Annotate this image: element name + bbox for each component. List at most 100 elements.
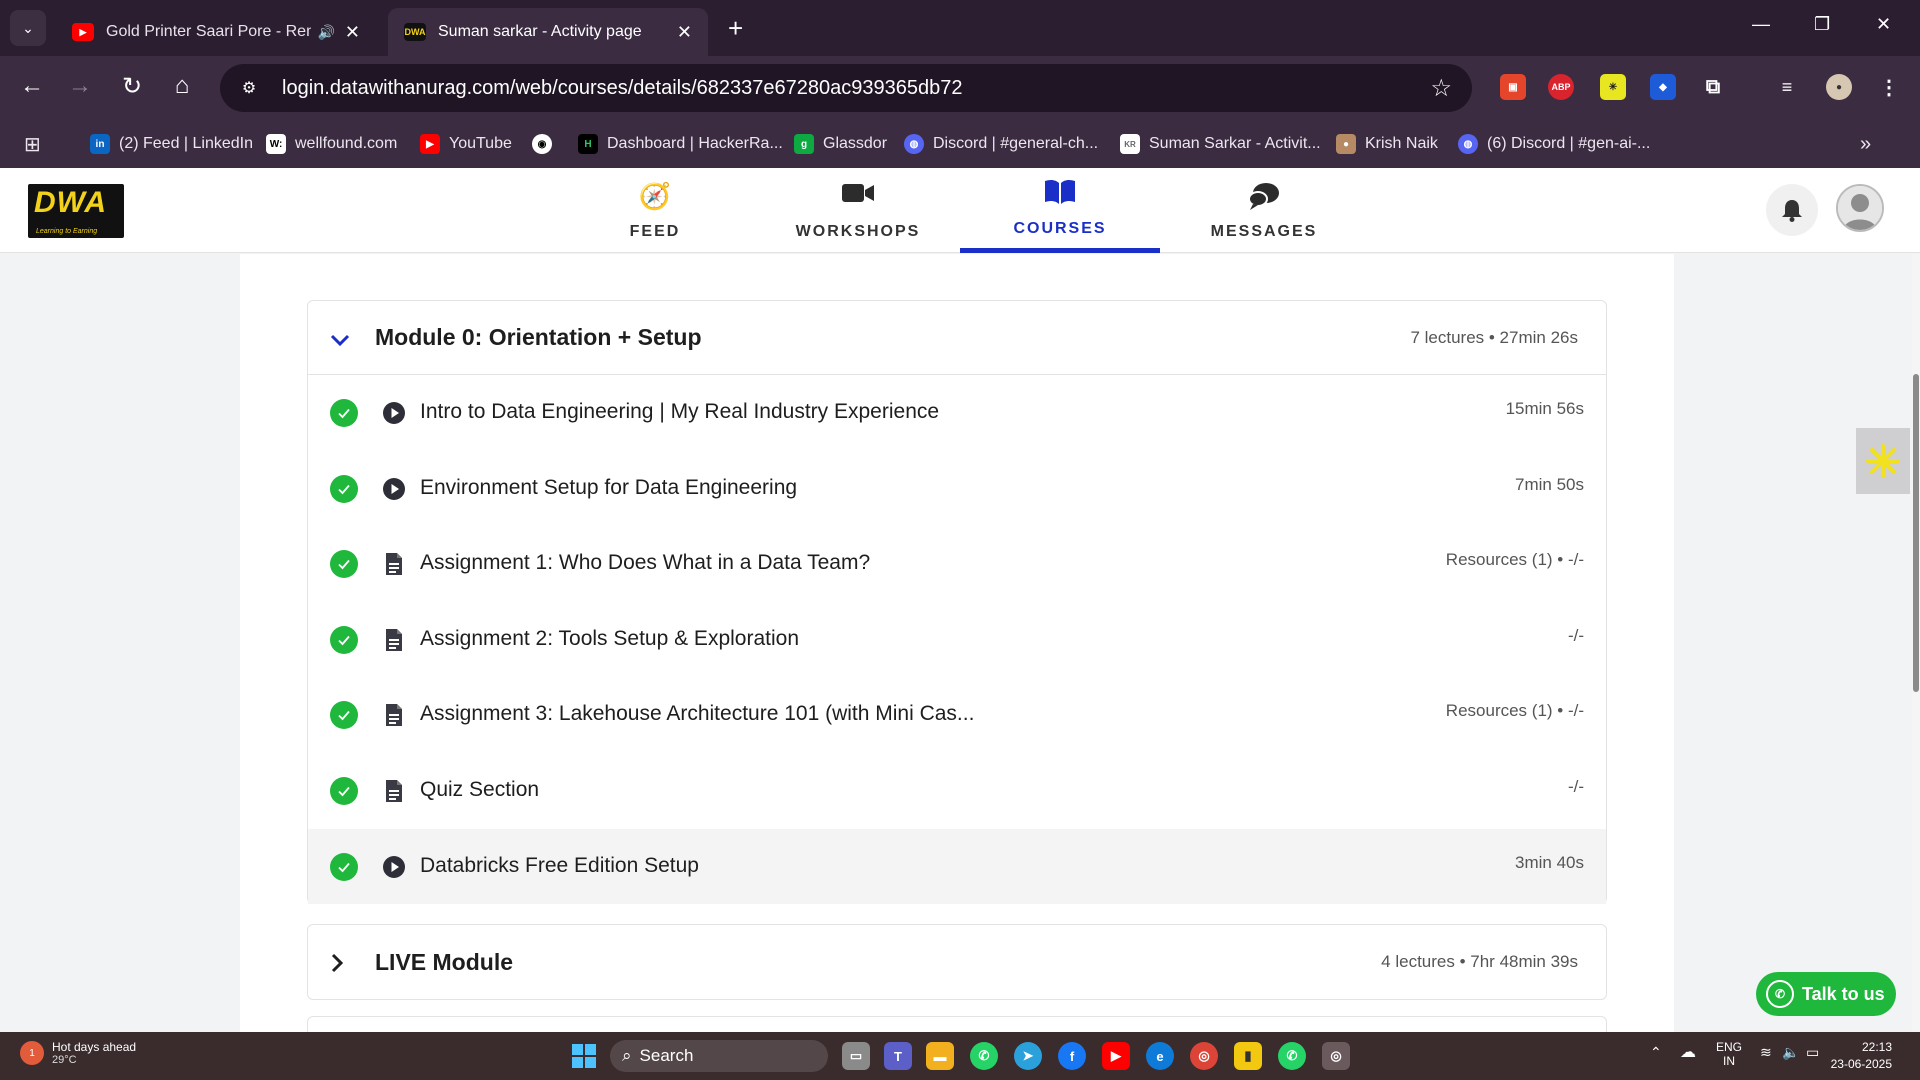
media-control-icon[interactable]: ≡ (1774, 74, 1800, 100)
nav-messages[interactable]: MESSAGES (1164, 168, 1364, 253)
bookmark-linkedin[interactable]: in (2) Feed | LinkedIn (90, 132, 253, 156)
speaker-icon[interactable]: 🔊 (317, 24, 334, 41)
profile-avatar-icon[interactable]: ● (1826, 74, 1852, 100)
weather-temp: 29°C (52, 1054, 77, 1066)
lecture-row[interactable]: Assignment 1: Who Does What in a Data Te… (308, 526, 1606, 602)
url-text[interactable]: login.datawithanurag.com/web/courses/det… (282, 77, 963, 100)
lecture-row[interactable]: Quiz Section -/- (308, 753, 1606, 829)
bookmark-discord-general[interactable]: ◍ Discord | #general-ch... (904, 132, 1098, 156)
extensions-puzzle-icon[interactable]: ⧉ (1700, 74, 1726, 100)
lecture-title: Quiz Section (420, 777, 540, 801)
browser-menu-icon[interactable]: ⋮ (1876, 74, 1902, 100)
extension-blue-icon[interactable]: ◆ (1650, 74, 1676, 100)
taskbar-search[interactable]: ⌕ Search (610, 1040, 828, 1072)
forward-icon[interactable]: → (64, 72, 96, 100)
tray-overflow-icon[interactable]: ⌃ (1650, 1044, 1662, 1061)
home-icon[interactable]: ⌂ (166, 72, 198, 100)
lecture-row[interactable]: Intro to Data Engineering | My Real Indu… (308, 375, 1606, 451)
lecture-meta: Resources (1) • -/- (1445, 550, 1584, 570)
lecture-meta: 15min 56s (1505, 399, 1584, 418)
document-icon (382, 552, 406, 576)
lecture-row[interactable]: Assignment 2: Tools Setup & Exploration -… (308, 602, 1606, 678)
talk-to-us-button[interactable]: ✆ Talk to us (1756, 972, 1896, 1016)
lecture-title: Assignment 1: Who Does What in a Data Te… (420, 551, 871, 575)
glassdoor-icon: g (794, 134, 814, 154)
module-header[interactable]: Module 0: Orientation + Setup 7 lectures… (308, 301, 1606, 375)
lang-bottom: IN (1723, 1054, 1735, 1068)
volume-icon[interactable]: 🔈 (1782, 1044, 1799, 1061)
user-avatar[interactable] (1836, 184, 1884, 232)
lecture-row[interactable]: Databricks Free Edition Setup 3min 40s (308, 828, 1606, 905)
lecture-row[interactable]: Environment Setup for Data Engineering 7m… (308, 451, 1606, 527)
scrollbar-thumb[interactable] (1913, 374, 1919, 692)
onedrive-icon[interactable]: ☁ (1680, 1042, 1696, 1062)
adblock-label: ABP (1551, 82, 1571, 92)
system-clock[interactable]: 22:13 23-06-2025 (1831, 1039, 1892, 1073)
bookmark-star-icon[interactable]: ☆ (1430, 74, 1452, 103)
bookmark-krish-naik[interactable]: ● Krish Naik (1336, 132, 1438, 156)
power-bi-icon[interactable]: ▮ (1234, 1042, 1262, 1070)
bookmark-glassdoor[interactable]: g Glassdor (794, 132, 887, 156)
extension-red-icon[interactable]: ▣ (1500, 74, 1526, 100)
wellfound-icon: W: (266, 134, 286, 154)
module-title: LIVE Module (375, 948, 513, 975)
telegram-icon[interactable]: ➤ (1014, 1042, 1042, 1070)
bookmark-youtube[interactable]: ▶ YouTube (420, 132, 512, 156)
youtube-icon: ▶ (420, 134, 440, 154)
facebook-icon[interactable]: f (1058, 1042, 1086, 1070)
bookmark-wellfound[interactable]: W: wellfound.com (266, 132, 397, 156)
close-tab-icon[interactable]: ✕ (345, 22, 360, 43)
edge-icon[interactable]: e (1146, 1042, 1174, 1070)
weather-widget[interactable]: 1 Hot days ahead 29°C (20, 1040, 136, 1066)
floating-widget-icon[interactable] (1856, 428, 1910, 494)
language-indicator[interactable]: ENG IN (1716, 1040, 1742, 1068)
tab-search-button[interactable]: ⌄ (10, 10, 46, 46)
nav-label: WORKSHOPS (795, 222, 921, 240)
task-view-icon[interactable]: ▭ (842, 1042, 870, 1070)
youtube-icon: ▶ (72, 23, 94, 41)
new-tab-button[interactable]: + (728, 14, 743, 42)
tab-activity-page[interactable]: DWA Suman sarkar - Activity page ✕ (388, 8, 708, 56)
more-bookmarks-chevron-icon[interactable]: » (1860, 132, 1871, 156)
chevron-right-icon[interactable] (330, 949, 344, 980)
extension-yellow-icon[interactable]: ✳ (1600, 74, 1626, 100)
tab-youtube[interactable]: ▶ Gold Printer Saari Pore - Remix 🔊 ✕ (56, 8, 376, 56)
bookmark-hackerrank[interactable]: H Dashboard | HackerRa... (578, 132, 783, 156)
chevron-down-icon[interactable] (330, 323, 350, 354)
restore-icon[interactable]: ❐ (1814, 14, 1830, 35)
wifi-icon[interactable]: ≋ (1760, 1044, 1772, 1061)
chrome-icon[interactable]: ◎ (1190, 1042, 1218, 1070)
nav-courses[interactable]: COURSES (960, 168, 1160, 253)
back-icon[interactable]: ← (16, 72, 48, 100)
bookmark-discord-genai[interactable]: ◍ (6) Discord | #gen-ai-... (1458, 132, 1650, 156)
notifications-bell-icon[interactable] (1766, 184, 1818, 236)
whatsapp-icon[interactable]: ✆ (970, 1042, 998, 1070)
site-settings-icon[interactable]: ⚙ (236, 75, 262, 101)
module-header[interactable]: LIVE Module 4 lectures • 7hr 48min 39s (308, 925, 1606, 999)
dwa-logo[interactable]: DWA Learning to Earning (28, 184, 124, 238)
bookmark-label: Discord | #general-ch... (933, 135, 1099, 152)
close-window-icon[interactable]: ✕ (1876, 14, 1891, 35)
close-tab-icon[interactable]: ✕ (677, 22, 692, 43)
file-explorer-icon[interactable]: ▬ (926, 1042, 954, 1070)
chrome-profile-icon[interactable]: ◎ (1322, 1042, 1350, 1070)
teams-icon[interactable]: T (884, 1042, 912, 1070)
reload-icon[interactable]: ↻ (116, 72, 148, 101)
play-circle-icon (382, 855, 406, 879)
nav-workshops[interactable]: WORKSHOPS (758, 168, 958, 253)
document-icon (382, 779, 406, 803)
apps-grid-icon[interactable]: ⊞ (24, 132, 41, 156)
youtube-icon[interactable]: ▶ (1102, 1042, 1130, 1070)
whatsapp-business-icon[interactable]: ✆ (1278, 1042, 1306, 1070)
address-bar[interactable]: ⚙ login.datawithanurag.com/web/courses/d… (220, 64, 1472, 112)
avatar-icon: ● (1336, 134, 1356, 154)
bookmark-activity-page[interactable]: KR Suman Sarkar - Activit... (1120, 132, 1321, 156)
bookmark-github[interactable]: ◉ (532, 132, 561, 156)
lecture-row[interactable]: Assignment 3: Lakehouse Architecture 101… (308, 677, 1606, 753)
lang-top: ENG (1716, 1040, 1743, 1054)
minimize-icon[interactable]: — (1752, 14, 1770, 35)
nav-feed[interactable]: 🧭 FEED (555, 168, 755, 253)
adblock-plus-icon[interactable]: ABP (1548, 74, 1574, 100)
battery-icon[interactable]: ▭ (1806, 1044, 1819, 1061)
windows-start-icon[interactable] (572, 1044, 596, 1068)
